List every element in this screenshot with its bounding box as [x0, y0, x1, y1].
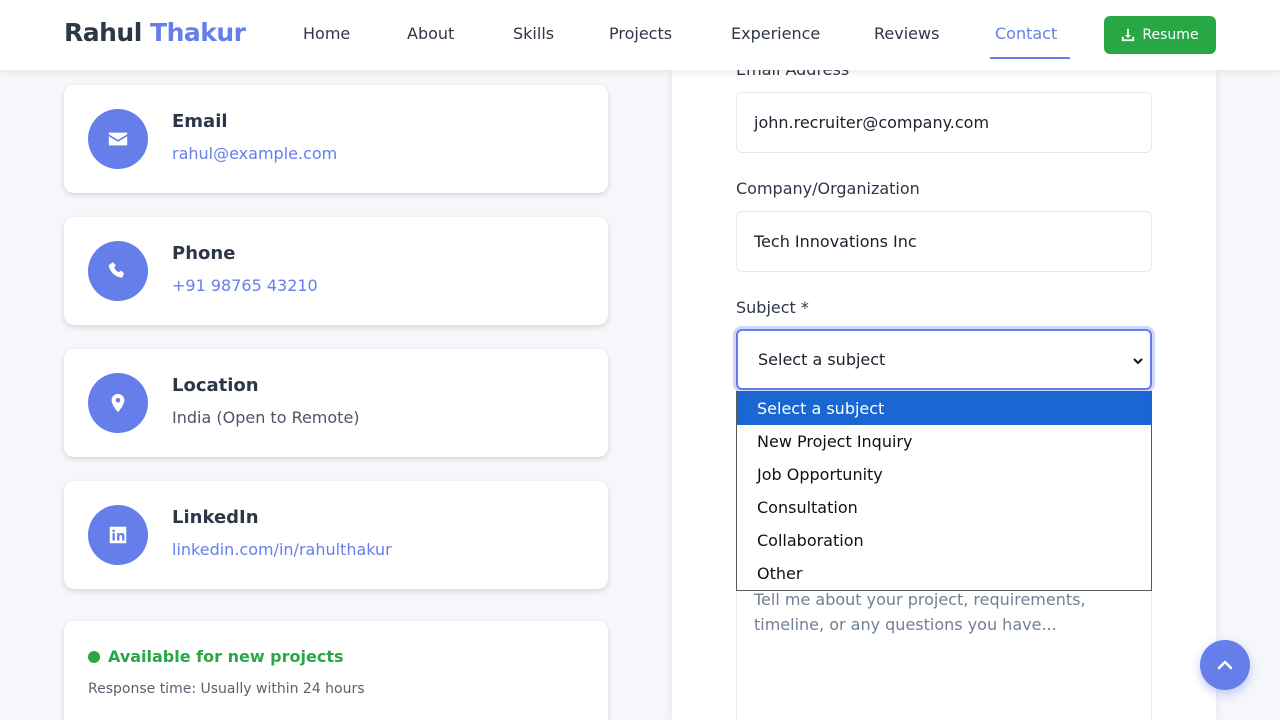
message-textarea[interactable]: Tell me about your project, requirements…: [736, 575, 1152, 720]
logo-last-name: Thakur: [150, 18, 246, 47]
status-dot: [88, 651, 100, 663]
availability-status: Available for new projects: [108, 647, 344, 666]
subject-label: Subject *: [736, 298, 809, 317]
linkedin-link[interactable]: linkedin.com/in/rahulthakur: [172, 540, 392, 559]
nav-link-skills[interactable]: Skills: [513, 24, 554, 43]
download-icon: [1122, 28, 1135, 42]
email-title: Email: [172, 111, 228, 132]
company-label: Company/Organization: [736, 179, 920, 198]
email-card: Email rahul@example.com: [64, 85, 608, 193]
email-link[interactable]: rahul@example.com: [172, 144, 337, 163]
subject-dropdown-list: Select a subject New Project Inquiry Job…: [736, 391, 1152, 591]
subject-option-new-project[interactable]: New Project Inquiry: [737, 425, 1151, 458]
nav-link-contact[interactable]: Contact: [995, 24, 1057, 43]
phone-title: Phone: [172, 243, 236, 264]
response-time: Response time: Usually within 24 hours: [88, 681, 365, 697]
subject-selected-value: Select a subject: [758, 350, 886, 369]
navbar: Rahul Thakur Home About Skills Projects …: [0, 0, 1280, 70]
phone-card: Phone +91 98765 43210: [64, 217, 608, 325]
phone-icon-circle: [88, 241, 148, 301]
location-value: India (Open to Remote): [172, 408, 360, 427]
email-address-input[interactable]: john.recruiter@company.com: [736, 92, 1152, 153]
resume-download-button[interactable]: Resume: [1104, 16, 1216, 54]
nav-link-experience[interactable]: Experience: [731, 24, 820, 43]
logo-first-name: Rahul: [64, 18, 142, 47]
nav-link-reviews[interactable]: Reviews: [874, 24, 939, 43]
subject-select[interactable]: Select a subject: [736, 329, 1152, 390]
phone-link[interactable]: +91 98765 43210: [172, 276, 318, 295]
logo[interactable]: Rahul Thakur: [64, 18, 246, 47]
availability-card: Available for new projects Response time…: [64, 621, 608, 720]
location-icon-circle: [88, 373, 148, 433]
nav-link-projects[interactable]: Projects: [609, 24, 672, 43]
linkedin-card: LinkedIn linkedin.com/in/rahulthakur: [64, 481, 608, 589]
location-title: Location: [172, 375, 259, 396]
linkedin-icon-circle: [88, 505, 148, 565]
envelope-icon: [108, 132, 128, 146]
map-pin-icon: [111, 393, 125, 413]
nav-link-about[interactable]: About: [407, 24, 454, 43]
scroll-to-top-button[interactable]: [1200, 640, 1250, 690]
subject-option-select[interactable]: Select a subject: [737, 392, 1151, 425]
active-nav-underline: [990, 57, 1070, 59]
phone-icon: [108, 262, 125, 278]
chevron-down-icon: [1133, 358, 1143, 365]
nav-link-home[interactable]: Home: [303, 24, 350, 43]
chevron-up-icon: [1217, 660, 1233, 670]
resume-label: Resume: [1142, 27, 1199, 43]
subject-option-other[interactable]: Other: [737, 557, 1151, 590]
linkedin-icon: [109, 526, 127, 544]
company-input[interactable]: Tech Innovations Inc: [736, 211, 1152, 272]
subject-option-collaboration[interactable]: Collaboration: [737, 524, 1151, 557]
email-icon-circle: [88, 109, 148, 169]
linkedin-title: LinkedIn: [172, 507, 259, 528]
subject-option-consultation[interactable]: Consultation: [737, 491, 1151, 524]
subject-option-job[interactable]: Job Opportunity: [737, 458, 1151, 491]
location-card: Location India (Open to Remote): [64, 349, 608, 457]
